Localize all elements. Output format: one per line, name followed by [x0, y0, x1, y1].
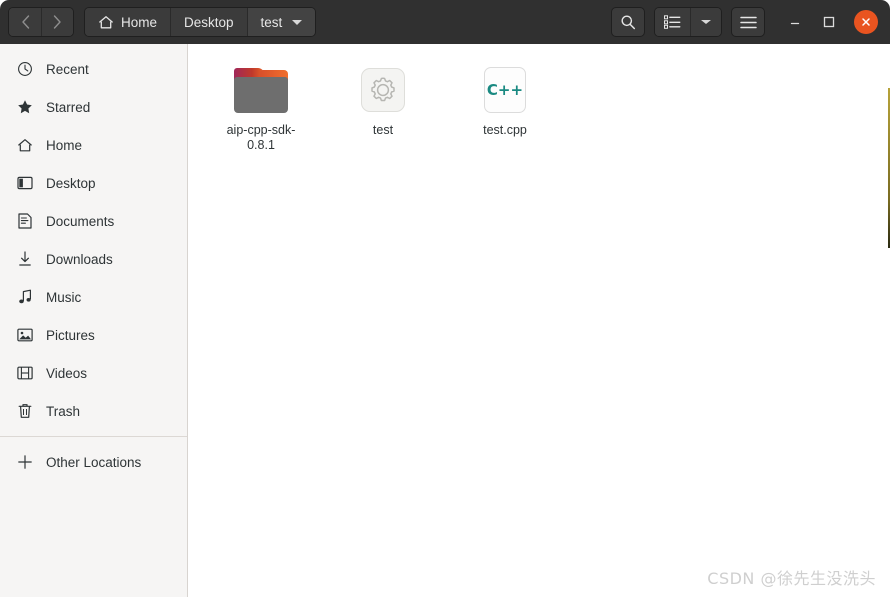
file-item-label: aip-cpp-sdk-0.8.1 — [226, 123, 296, 152]
plus-icon — [17, 454, 33, 470]
header-left-group: Home Desktop test — [8, 7, 317, 37]
file-item-executable[interactable]: test — [324, 58, 442, 153]
picture-icon — [17, 327, 33, 343]
sidebar-item-desktop[interactable]: Desktop — [0, 164, 187, 202]
back-button[interactable] — [9, 8, 41, 36]
close-icon — [862, 18, 870, 26]
sidebar-item-other-locations[interactable]: Other Locations — [0, 443, 187, 481]
file-grid-area[interactable]: aip-cpp-sdk-0.8.1 test C++ test.cpp CSDN… — [188, 44, 890, 597]
chevron-left-icon — [21, 15, 29, 29]
search-icon — [621, 15, 636, 30]
sidebar-item-pictures[interactable]: Pictures — [0, 316, 187, 354]
header-right-group — [611, 7, 882, 37]
sidebar-item-label: Pictures — [46, 327, 95, 343]
sidebar-item-trash[interactable]: Trash — [0, 392, 187, 430]
breadcrumb-label: Home — [121, 14, 158, 30]
sidebar-item-label: Videos — [46, 365, 88, 381]
sidebar-item-label: Recent — [46, 61, 89, 77]
minimize-button[interactable] — [786, 13, 804, 31]
sidebar-item-videos[interactable]: Videos — [0, 354, 187, 392]
sidebar-item-downloads[interactable]: Downloads — [0, 240, 187, 278]
breadcrumb-item-home[interactable]: Home — [85, 8, 171, 36]
breadcrumb-label: Desktop — [184, 14, 234, 30]
close-button[interactable] — [854, 10, 878, 34]
gear-icon — [361, 68, 405, 112]
cpp-file-icon: C++ — [484, 67, 526, 113]
file-item-folder[interactable]: aip-cpp-sdk-0.8.1 — [202, 58, 320, 153]
breadcrumb-label: test — [260, 14, 283, 30]
folder-icon — [234, 67, 288, 113]
sidebar-item-music[interactable]: Music — [0, 278, 187, 316]
sidebar-item-label: Desktop — [46, 175, 96, 191]
sidebar-item-label: Starred — [46, 99, 91, 115]
list-view-icon — [664, 15, 681, 29]
forward-button[interactable] — [41, 8, 73, 36]
file-manager-window: Home Desktop test Recent Starred Home De… — [0, 0, 890, 597]
maximize-button[interactable] — [820, 13, 838, 31]
main-menu-button[interactable] — [731, 7, 765, 37]
view-options-group — [654, 7, 722, 37]
cpp-badge-label: C++ — [486, 81, 524, 99]
chevron-right-icon — [53, 15, 61, 29]
sidebar-item-label: Documents — [46, 213, 115, 229]
file-thumbnail: C++ — [477, 62, 533, 118]
navigation-button-group — [8, 7, 74, 37]
home-icon — [99, 15, 113, 28]
sidebar-item-label: Downloads — [46, 251, 113, 267]
view-options-dropdown-button[interactable] — [690, 8, 721, 36]
chevron-down-icon[interactable] — [292, 19, 303, 25]
sidebar-item-home[interactable]: Home — [0, 126, 187, 164]
file-item-source[interactable]: C++ test.cpp — [446, 58, 564, 153]
file-thumbnail — [233, 62, 289, 118]
chevron-down-icon — [701, 20, 711, 24]
document-icon — [17, 213, 33, 229]
breadcrumb-item-desktop[interactable]: Desktop — [170, 8, 247, 36]
sidebar-item-label: Trash — [46, 403, 81, 419]
minimize-icon — [790, 22, 800, 25]
breadcrumb: Home Desktop test — [84, 7, 317, 37]
download-icon — [17, 251, 33, 267]
watermark: CSDN @徐先生没洗头 — [707, 569, 876, 588]
trash-icon — [17, 403, 33, 419]
clock-icon — [17, 61, 33, 77]
search-button[interactable] — [611, 7, 645, 37]
sidebar-item-recent[interactable]: Recent — [0, 50, 187, 88]
desktop-icon — [17, 175, 33, 191]
file-item-label: test.cpp — [483, 123, 527, 137]
window-body: Recent Starred Home Desktop Documents Do… — [0, 44, 890, 597]
hamburger-menu-icon — [739, 16, 757, 28]
home-icon — [17, 137, 33, 153]
view-list-toggle-button[interactable] — [655, 8, 690, 36]
file-item-label: test — [372, 123, 394, 137]
sidebar-item-label: Music — [46, 289, 82, 305]
sidebar-separator — [0, 436, 187, 437]
sidebar-item-starred[interactable]: Starred — [0, 88, 187, 126]
maximize-icon — [823, 16, 835, 28]
breadcrumb-item-test[interactable]: test — [246, 8, 316, 36]
film-icon — [17, 365, 33, 381]
file-thumbnail — [355, 62, 411, 118]
sidebar-item-label: Home — [46, 137, 83, 153]
sidebar: Recent Starred Home Desktop Documents Do… — [0, 44, 188, 597]
sidebar-item-documents[interactable]: Documents — [0, 202, 187, 240]
star-icon — [17, 99, 33, 115]
sidebar-item-label: Other Locations — [46, 454, 142, 470]
music-note-icon — [17, 289, 33, 305]
file-grid: aip-cpp-sdk-0.8.1 test C++ test.cpp — [202, 58, 890, 153]
window-controls — [786, 10, 878, 34]
header-bar: Home Desktop test — [0, 0, 890, 44]
